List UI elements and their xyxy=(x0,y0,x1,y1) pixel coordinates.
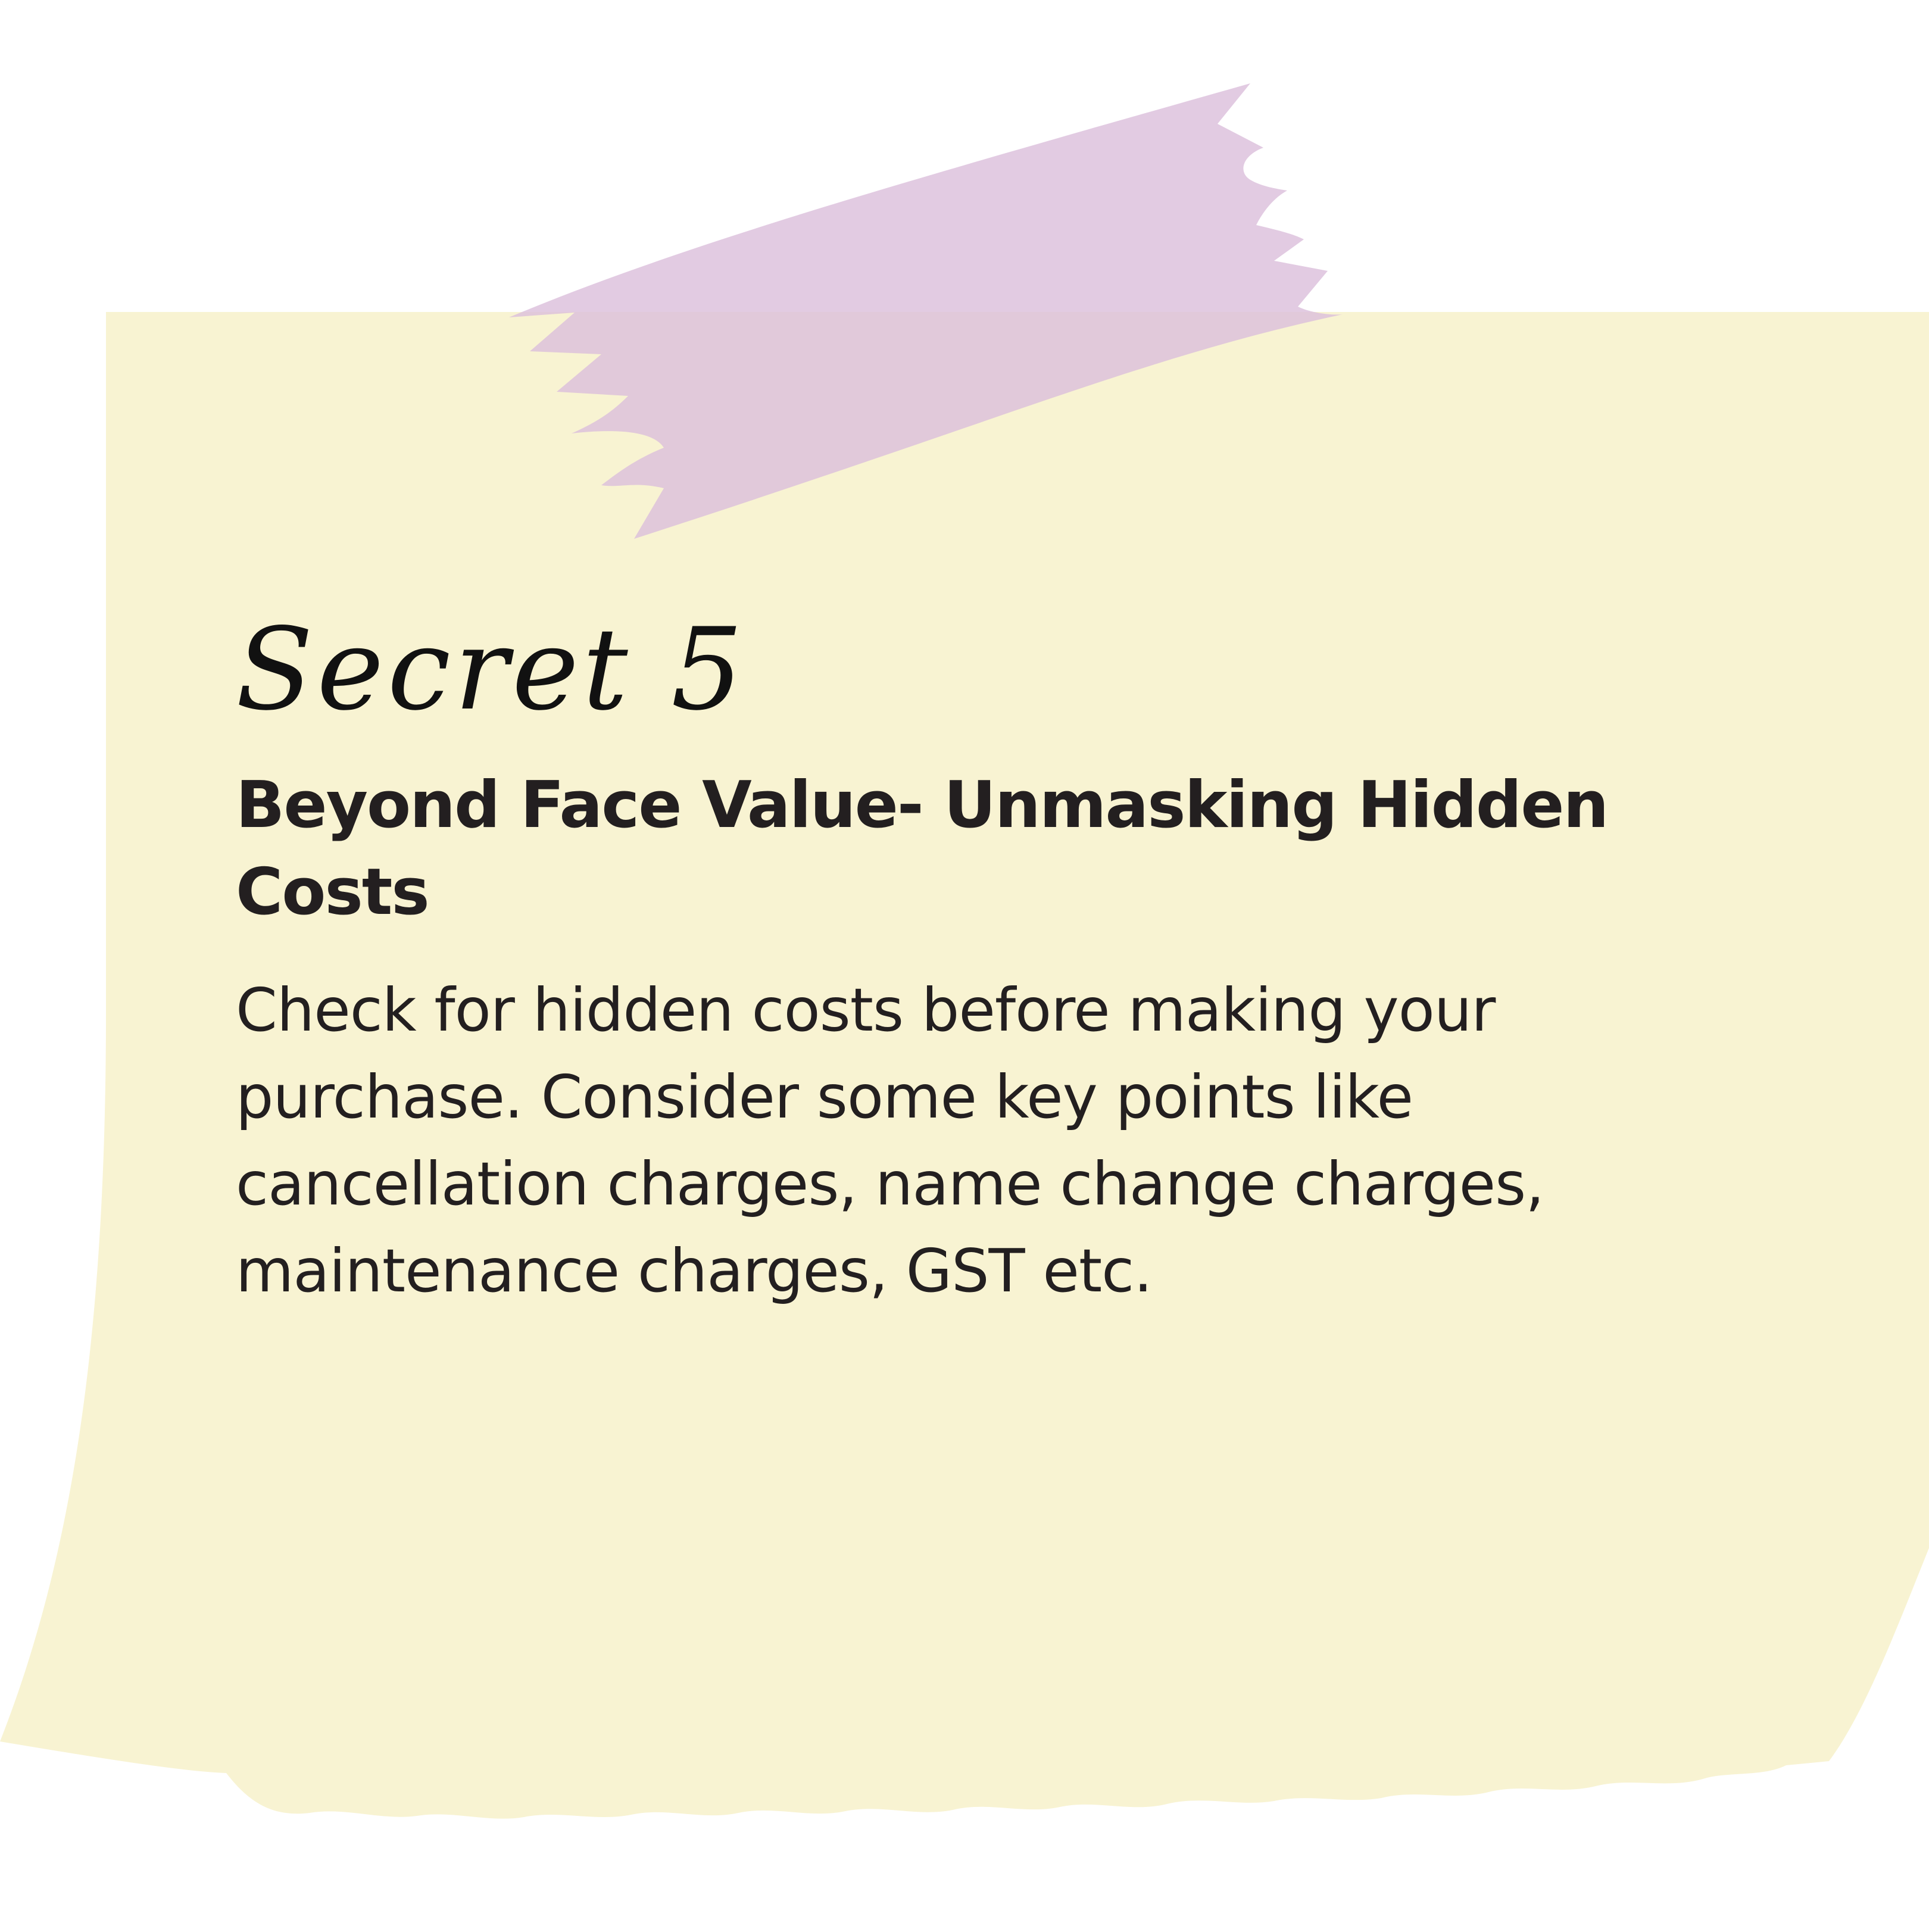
note-body-text: Check for hidden costs before making you… xyxy=(236,975,1544,1306)
note-content: Secret 5 Beyond Face Value- Unmasking Hi… xyxy=(236,601,1665,1315)
secret-number-label: Secret 5 xyxy=(236,604,747,735)
note-heading: Beyond Face Value- Unmasking Hidden Cost… xyxy=(236,768,1609,929)
